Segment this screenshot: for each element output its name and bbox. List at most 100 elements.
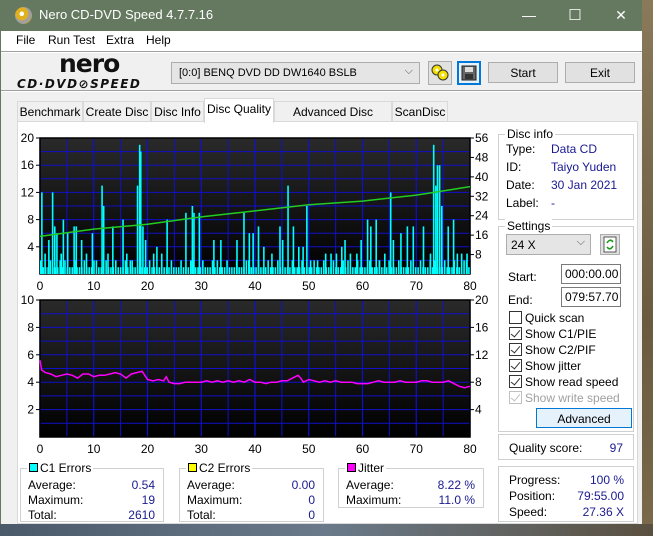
jitter-color-swatch <box>347 463 356 472</box>
c2-total-label: Total: <box>187 508 216 522</box>
speed-label: Speed: <box>509 505 548 519</box>
c1-error-bar <box>419 260 422 274</box>
tab-disc-info[interactable]: Disc Info <box>151 101 204 122</box>
c1-error-bar <box>271 253 273 274</box>
c2-title-text: C2 Errors <box>199 461 251 475</box>
c1-error-bar <box>126 253 128 274</box>
start-button[interactable]: Start <box>488 62 558 83</box>
c1-error-bar <box>136 185 139 274</box>
chevron-down-icon: ⌵ <box>404 65 413 77</box>
menu-file[interactable]: File <box>16 33 35 47</box>
show-c1-pie-checkbox[interactable]: Show C1/PIE <box>509 327 596 341</box>
c1-error-bar <box>146 267 149 274</box>
end-time-input[interactable]: 079:57.70 <box>561 287 621 307</box>
drive-info-button[interactable] <box>428 61 452 85</box>
c1-error-bar <box>410 260 412 274</box>
minimize-button[interactable]: — <box>506 0 552 31</box>
c1-maximum-label: Maximum: <box>28 493 84 507</box>
c1-error-bar <box>447 226 450 274</box>
close-button[interactable]: ✕ <box>598 0 644 31</box>
menu-help[interactable]: Help <box>146 33 171 47</box>
y-left-tick-label: 6 <box>27 348 34 362</box>
c1-error-bar <box>316 260 319 274</box>
speed-select[interactable]: 24 X ⌵ <box>506 234 591 255</box>
y-right-tick-label: 24 <box>475 209 489 223</box>
y-left-tick-label: 4 <box>27 240 34 254</box>
c1-error-bar <box>279 226 281 274</box>
c1-average-value: 0.54 <box>131 478 155 492</box>
settings-title: Settings <box>505 219 553 233</box>
disc-date-value: 30 Jan 2021 <box>551 178 618 192</box>
c1-error-bar <box>298 246 300 274</box>
c1-error-bar <box>281 240 284 274</box>
c1-error-bar <box>385 267 388 274</box>
x-tick-label: 40 <box>248 279 262 293</box>
refresh-button[interactable] <box>600 234 620 255</box>
c1-error-bar <box>267 260 269 274</box>
c1-error-bar <box>296 267 298 274</box>
y-left-tick-label: 16 <box>21 158 35 172</box>
c1-error-bar <box>264 267 267 274</box>
y-right-tick-label: 32 <box>475 189 489 203</box>
c1-error-bar <box>110 267 112 274</box>
x-tick-label: 50 <box>302 279 316 293</box>
c1-error-bar <box>427 267 429 274</box>
c1-error-bar <box>156 246 158 274</box>
quick-scan-checkbox[interactable]: Quick scan <box>509 311 584 325</box>
y-right-tick-label: 16 <box>475 320 489 334</box>
tab-scandisc[interactable]: ScanDisc <box>392 101 448 122</box>
tab-create-disc[interactable]: Create Disc <box>83 101 151 122</box>
c1-error-bar <box>223 267 226 274</box>
c1-error-bar <box>88 267 90 274</box>
show-read-speed-checkbox[interactable]: Show read speed <box>509 375 618 389</box>
show-jitter-checkbox[interactable]: Show jitter <box>509 359 581 373</box>
x-tick-label: 60 <box>356 279 370 293</box>
title-bar[interactable]: Nero CD-DVD Speed 4.7.7.16 — ☐ ✕ <box>1 0 643 31</box>
c1-error-bar <box>91 233 94 274</box>
show-c2-pif-checkbox[interactable]: Show C2/PIF <box>509 343 596 357</box>
c1-error-bar <box>226 260 228 274</box>
advanced-button[interactable]: Advanced <box>536 408 632 428</box>
c1-error-bar <box>117 267 119 274</box>
c1-error-bar <box>364 267 366 274</box>
tab-benchmark[interactable]: Benchmark <box>17 101 83 122</box>
nero-logo: nero CD·DVD⊘SPEED <box>17 49 162 93</box>
c2-maximum-value: 0 <box>308 493 315 507</box>
save-button[interactable] <box>457 61 481 85</box>
maximize-button[interactable]: ☐ <box>552 0 598 31</box>
c1-error-bar <box>432 144 435 274</box>
start-time-input[interactable]: 000:00.00 <box>561 264 621 284</box>
checkbox-box <box>509 375 522 388</box>
x-tick-label: 80 <box>463 442 477 456</box>
quality-score-group: Quality score: 97 <box>498 434 634 460</box>
c1-error-bar <box>228 267 231 274</box>
menu-extra[interactable]: Extra <box>106 33 134 47</box>
y-right-tick-label: 56 <box>475 131 489 145</box>
c1-error-bar <box>309 260 312 274</box>
tab-disc-quality[interactable]: Disc Quality <box>204 98 274 123</box>
c1-error-bar <box>335 253 338 274</box>
position-label: Position: <box>509 489 556 503</box>
drive-select[interactable]: [0:0] BENQ DVD DD DW1640 BSLB ⌵ <box>171 62 420 84</box>
desktop-background-right <box>642 0 653 536</box>
c1-error-bar <box>324 253 327 274</box>
c1-error-bar <box>443 260 446 274</box>
c1-error-bar <box>438 165 441 274</box>
c1-error-bar <box>66 233 69 274</box>
c1-error-bar <box>194 267 197 274</box>
c1-error-bar <box>429 253 432 274</box>
x-tick-label: 40 <box>248 442 262 456</box>
checkbox-box <box>509 327 522 340</box>
c1-errors-title: C1 Errors <box>27 461 94 475</box>
c1-error-bar <box>131 260 133 274</box>
c1-error-bar <box>182 267 185 274</box>
exit-button[interactable]: Exit <box>565 62 635 83</box>
y-right-tick-label: 16 <box>475 228 489 242</box>
c1-error-bar <box>170 260 173 274</box>
c1-error-bar <box>344 240 346 274</box>
tab-advanced-disc-quality[interactable]: Advanced Disc Quality <box>274 101 392 133</box>
jitter-average-value: 8.22 % <box>437 478 475 492</box>
c1-error-bar <box>337 267 340 274</box>
menu-bar: File Run Test Extra Help <box>1 31 643 51</box>
menu-run-test[interactable]: Run Test <box>48 33 95 47</box>
